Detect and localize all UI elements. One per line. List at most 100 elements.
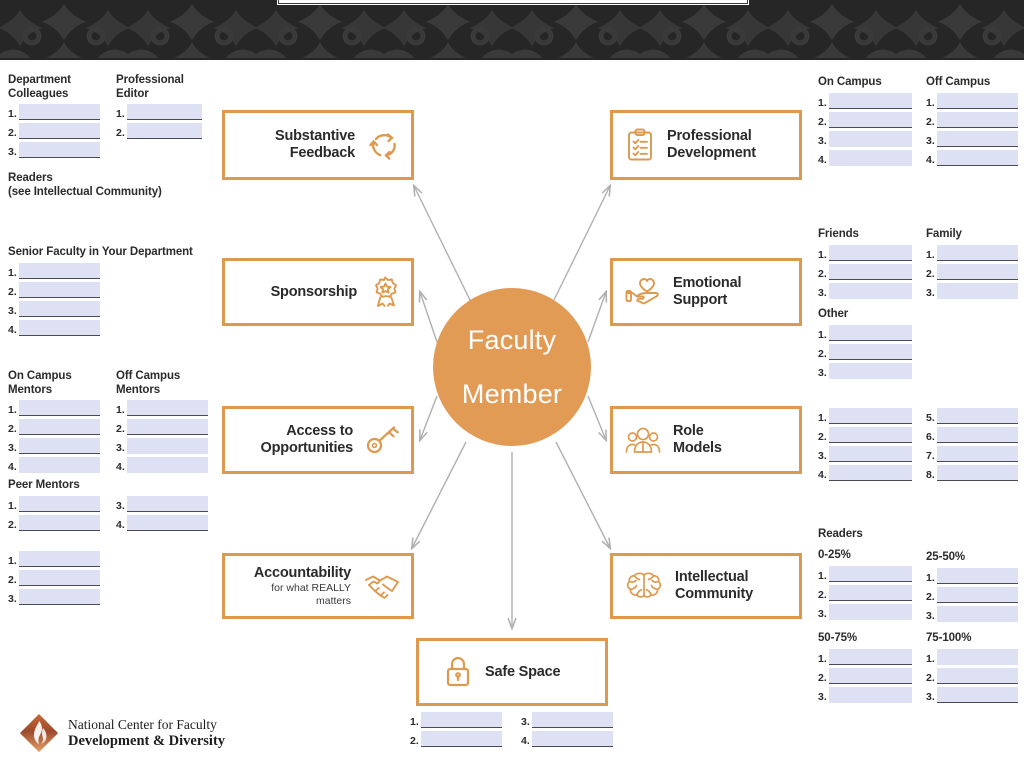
text-field[interactable] [937,244,1018,261]
field-row[interactable]: 7. [926,446,1018,462]
text-field[interactable] [19,104,100,120]
field-row[interactable]: 3. [818,362,912,379]
field-row[interactable]: 2. [818,111,912,128]
text-field[interactable] [421,731,502,747]
text-field[interactable] [937,605,1018,622]
text-field[interactable] [829,244,912,261]
field-row[interactable]: 2. [818,584,912,601]
text-field[interactable] [829,465,912,481]
text-field[interactable] [19,551,100,567]
text-field[interactable] [829,130,912,147]
field-row[interactable]: 2. [116,419,208,435]
text-field[interactable] [19,495,100,512]
text-field[interactable] [937,408,1018,424]
text-field[interactable] [829,324,912,341]
text-field[interactable] [19,142,100,158]
field-row[interactable]: 1. [8,400,100,416]
field-row[interactable]: 1. [926,244,1018,261]
field-row[interactable]: 3. [818,282,912,299]
text-field[interactable] [19,589,100,605]
field-row[interactable]: 1. [818,324,912,341]
text-field[interactable] [829,427,912,443]
text-field[interactable] [19,281,100,298]
field-row[interactable]: 4. [8,457,100,473]
field-row[interactable]: 3. [521,712,613,728]
text-field[interactable] [19,438,100,454]
field-row[interactable]: 2. [8,419,100,435]
text-field[interactable] [937,263,1018,280]
text-field[interactable] [127,515,208,531]
text-field[interactable] [829,667,912,684]
text-field[interactable] [829,446,912,462]
text-field[interactable] [19,457,100,473]
text-field[interactable] [829,92,912,109]
field-row[interactable]: 3. [926,130,1018,147]
field-row[interactable]: 3. [818,603,912,620]
field-row[interactable]: 2. [926,586,1018,603]
text-field[interactable] [19,419,100,435]
field-row[interactable]: 4. [926,149,1018,166]
node-access-to-opportunities[interactable]: Access to Opportunities [222,406,414,474]
text-field[interactable] [829,686,912,703]
text-field[interactable] [19,514,100,531]
field-row[interactable]: 6. [926,427,1018,443]
text-field[interactable] [829,648,912,665]
field-row[interactable]: 3. [926,282,1018,299]
text-field[interactable] [937,282,1018,299]
field-row[interactable]: 2. [8,514,100,531]
field-row[interactable]: 3. [8,142,100,158]
field-row[interactable]: 2. [926,667,1018,684]
field-row[interactable]: 4. [116,457,208,473]
text-field[interactable] [937,465,1018,481]
field-row[interactable]: 1. [818,565,912,582]
field-row[interactable]: 1. [8,104,100,120]
text-field[interactable] [532,731,613,747]
field-row[interactable]: 3. [818,446,912,462]
field-row[interactable]: 3. [116,496,208,512]
text-field[interactable] [937,111,1018,128]
text-field[interactable] [127,419,208,435]
node-emotional-support[interactable]: Emotional Support [610,258,802,326]
field-row[interactable]: 3. [8,300,100,317]
text-field[interactable] [532,712,613,728]
field-row[interactable]: 2. [410,731,502,747]
field-row[interactable]: 3. [926,605,1018,622]
field-row[interactable]: 1. [116,104,202,120]
field-row[interactable]: 2. [926,263,1018,280]
text-field[interactable] [937,446,1018,462]
field-row[interactable]: 4. [818,465,912,481]
text-field[interactable] [937,149,1018,166]
text-field[interactable] [937,92,1018,109]
text-field[interactable] [19,123,100,139]
text-field[interactable] [127,457,208,473]
text-field[interactable] [829,343,912,360]
text-field[interactable] [19,400,100,416]
field-row[interactable]: 3. [818,130,912,147]
text-field[interactable] [127,123,202,139]
field-row[interactable]: 3. [8,438,100,454]
text-field[interactable] [937,667,1018,684]
field-row[interactable]: 4. [521,731,613,747]
field-row[interactable]: 2. [818,343,912,360]
field-row[interactable]: 3. [116,438,208,454]
text-field[interactable] [127,438,208,454]
text-field[interactable] [937,686,1018,703]
node-safe-space[interactable]: Safe Space [416,638,608,706]
text-field[interactable] [937,427,1018,443]
field-row[interactable]: 2. [818,667,912,684]
text-field[interactable] [829,362,912,379]
text-field[interactable] [19,570,100,586]
field-row[interactable]: 2. [116,123,202,139]
text-field[interactable] [19,319,100,336]
field-row[interactable]: 1. [818,408,912,424]
text-field[interactable] [829,149,912,166]
field-row[interactable]: 2. [8,281,100,298]
text-field[interactable] [829,603,912,620]
field-row[interactable]: 1. [410,712,502,728]
node-professional-development[interactable]: Professional Development [610,110,802,180]
field-row[interactable]: 1. [8,495,100,512]
field-row[interactable]: 3. [818,686,912,703]
node-intellectual-community[interactable]: Intellectual Community [610,553,802,619]
node-substantive-feedback[interactable]: Substantive Feedback [222,110,414,180]
node-accountability[interactable]: Accountability for what REALLY matters [222,553,414,619]
